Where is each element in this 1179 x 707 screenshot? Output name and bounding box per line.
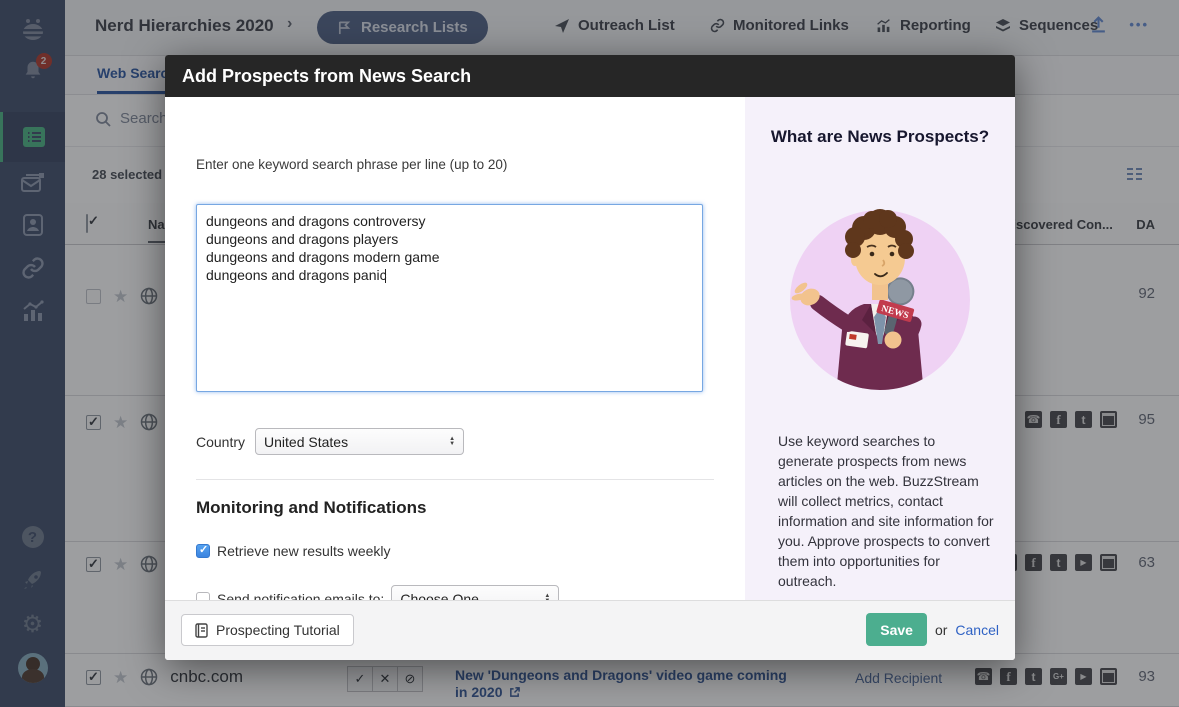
info-description: Use keyword searches to generate prospec… <box>778 433 994 589</box>
cancel-link[interactable]: Cancel <box>955 622 999 638</box>
select-arrows-icon: ▲▼ <box>449 435 456 447</box>
section-divider <box>196 479 714 480</box>
text-caret <box>385 269 386 283</box>
country-label: Country <box>196 433 246 450</box>
retrieve-weekly-checkbox[interactable] <box>196 543 210 558</box>
info-heading: What are News Prospects? <box>770 127 990 146</box>
monitoring-heading: Monitoring and Notifications <box>196 498 427 517</box>
keywords-textarea[interactable]: dungeons and dragons controversy dungeon… <box>196 204 703 392</box>
modal-title: Add Prospects from News Search <box>182 65 472 86</box>
modal-form: Enter one keyword search phrase per line… <box>165 97 745 612</box>
modal-footer: Prospecting Tutorial Save or Cancel <box>165 600 1015 660</box>
save-button[interactable]: Save <box>866 613 927 646</box>
news-reporter-illustration: NEWS <box>790 209 970 390</box>
add-prospects-modal: Add Prospects from News Search Enter one… <box>165 55 1015 660</box>
modal-header: Add Prospects from News Search <box>165 55 1015 97</box>
tutorial-book-icon <box>195 622 208 638</box>
prospecting-tutorial-button[interactable]: Prospecting Tutorial <box>181 614 354 646</box>
retrieve-weekly-label[interactable]: Retrieve new results weekly <box>217 543 391 559</box>
country-select[interactable]: United States ▲ ▼ <box>255 428 465 455</box>
info-pane: What are News Prospects? NEWS Use keywor… <box>745 97 1015 600</box>
keywords-label: Enter one keyword search phrase per line… <box>196 157 508 172</box>
or-text: or <box>934 621 948 638</box>
